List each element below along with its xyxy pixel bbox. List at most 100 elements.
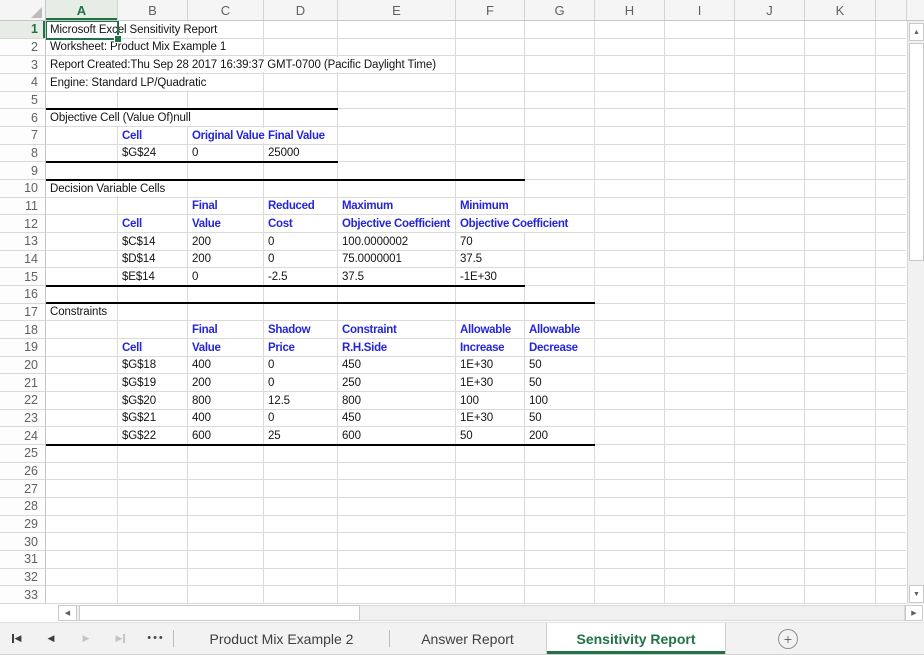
prev-sheet-button[interactable]: ◀: [41, 629, 61, 649]
cell-E13[interactable]: 100.0000002: [342, 234, 411, 250]
cell-B13[interactable]: $C$14: [122, 234, 158, 250]
cell-E12[interactable]: Objective Coefficient: [342, 216, 453, 232]
sheet-grid[interactable]: Microsoft Excel Sensitivity Report Worksh…: [0, 0, 924, 655]
cell-B23[interactable]: $G$21: [122, 410, 159, 426]
cell-C14[interactable]: 200: [192, 251, 213, 267]
row-header-12[interactable]: 12: [0, 215, 45, 234]
row-header-21[interactable]: 21: [0, 374, 45, 393]
cell-D14[interactable]: 0: [268, 251, 277, 267]
first-sheet-button[interactable]: ◀: [6, 629, 26, 649]
cell-C13[interactable]: 200: [192, 234, 213, 250]
cell-C22[interactable]: 800: [192, 393, 213, 409]
cell-B20[interactable]: $G$18: [122, 357, 159, 373]
row-header-13[interactable]: 13: [0, 233, 45, 251]
column-header-G[interactable]: G: [525, 0, 595, 20]
column-header-C[interactable]: C: [188, 0, 264, 20]
cell-F15[interactable]: -1E+30: [460, 269, 499, 285]
cell-B8[interactable]: $G$24: [122, 145, 159, 161]
row-header-28[interactable]: 28: [0, 498, 45, 516]
row-header-1[interactable]: 1: [0, 21, 45, 39]
cell-G18[interactable]: Allowable: [529, 322, 582, 338]
scroll-left-button[interactable]: ◀: [58, 605, 77, 621]
cell-F24[interactable]: 50: [460, 428, 475, 444]
row-header-25[interactable]: 25: [0, 445, 45, 463]
horizontal-scroll-thumb[interactable]: [79, 605, 360, 621]
select-all-corner[interactable]: [0, 0, 46, 20]
cell-F14[interactable]: 37.5: [460, 251, 484, 267]
row-header-17[interactable]: 17: [0, 303, 45, 322]
row-header-10[interactable]: 10: [0, 180, 45, 198]
row-header-19[interactable]: 19: [0, 339, 45, 357]
cell-A4[interactable]: Engine: Standard LP/Quadratic: [50, 75, 209, 91]
cell-A10[interactable]: Decision Variable Cells: [50, 181, 168, 197]
vertical-scrollbar[interactable]: ▲ ▼: [907, 21, 924, 605]
cell-A17[interactable]: Constraints: [50, 304, 110, 320]
row-header-3[interactable]: 3: [0, 56, 45, 74]
row-header-26[interactable]: 26: [0, 462, 45, 481]
cell-F23[interactable]: 1E+30: [460, 410, 496, 426]
column-header-K[interactable]: K: [805, 0, 876, 20]
more-sheets-button[interactable]: •••: [146, 629, 166, 649]
cell-C20[interactable]: 400: [192, 357, 213, 373]
row-header-11[interactable]: 11: [0, 197, 45, 216]
cell-G24[interactable]: 200: [529, 428, 550, 444]
cell-C21[interactable]: 200: [192, 375, 213, 391]
row-header-29[interactable]: 29: [0, 515, 45, 534]
cell-B24[interactable]: $G$22: [122, 428, 159, 444]
cell-D21[interactable]: 0: [268, 375, 277, 391]
cell-G19[interactable]: Decrease: [529, 340, 580, 356]
cell-B12[interactable]: Cell: [122, 216, 144, 232]
scroll-down-button[interactable]: ▼: [909, 585, 924, 604]
cell-E23[interactable]: 450: [342, 410, 363, 426]
column-header-A[interactable]: A: [46, 0, 118, 20]
sheet-tab-product-mix-example-2[interactable]: Product Mix Example 2: [174, 623, 389, 654]
cell-C23[interactable]: 400: [192, 410, 213, 426]
last-sheet-button[interactable]: ▶: [111, 629, 131, 649]
cell-E24[interactable]: 600: [342, 428, 363, 444]
row-header-2[interactable]: 2: [0, 38, 45, 57]
cell-D15[interactable]: -2.5: [268, 269, 290, 285]
row-header-7[interactable]: 7: [0, 127, 45, 145]
cell-E14[interactable]: 75.0000001: [342, 251, 404, 267]
cell-C8[interactable]: 0: [192, 145, 201, 161]
cell-F22[interactable]: 100: [460, 393, 481, 409]
scroll-up-button[interactable]: ▲: [909, 23, 924, 41]
cell-G23[interactable]: 50: [529, 410, 544, 426]
cell-A3[interactable]: Report Created:Thu Sep 28 2017 16:39:37 …: [50, 57, 438, 73]
column-header-I[interactable]: I: [665, 0, 735, 20]
cell-C19[interactable]: Value: [192, 340, 223, 356]
column-header-H[interactable]: H: [595, 0, 665, 20]
cell-D23[interactable]: 0: [268, 410, 277, 426]
cell-D22[interactable]: 12.5: [268, 393, 292, 409]
cell-B22[interactable]: $G$20: [122, 393, 159, 409]
cell-E20[interactable]: 450: [342, 357, 363, 373]
cell-C12[interactable]: Value: [192, 216, 223, 232]
cell-E19[interactable]: R.H.Side: [342, 340, 389, 356]
cell-F21[interactable]: 1E+30: [460, 375, 496, 391]
scroll-right-button[interactable]: ▶: [905, 605, 923, 621]
cell-D7[interactable]: Final Value: [268, 128, 327, 144]
cell-C24[interactable]: 600: [192, 428, 213, 444]
add-sheet-button[interactable]: +: [778, 629, 798, 649]
column-header-D[interactable]: D: [264, 0, 338, 20]
row-header-30[interactable]: 30: [0, 533, 45, 552]
cell-C11[interactable]: Final: [192, 198, 220, 214]
cell-D11[interactable]: Reduced: [268, 198, 317, 214]
row-header-15[interactable]: 15: [0, 268, 45, 287]
fill-handle[interactable]: [114, 34, 122, 43]
cell-E21[interactable]: 250: [342, 375, 363, 391]
vertical-scroll-thumb[interactable]: [909, 43, 924, 261]
row-header-16[interactable]: 16: [0, 286, 45, 304]
cell-D8[interactable]: 25000: [268, 145, 302, 161]
cell-E11[interactable]: Maximum: [342, 198, 395, 214]
cell-D20[interactable]: 0: [268, 357, 277, 373]
cell-F20[interactable]: 1E+30: [460, 357, 496, 373]
cell-F19[interactable]: Increase: [460, 340, 507, 356]
row-header-9[interactable]: 9: [0, 162, 45, 181]
next-sheet-button[interactable]: ▶: [76, 629, 96, 649]
row-header-23[interactable]: 23: [0, 409, 45, 428]
column-header-J[interactable]: J: [735, 0, 805, 20]
row-header-27[interactable]: 27: [0, 480, 45, 499]
cell-G20[interactable]: 50: [529, 357, 544, 373]
row-header-14[interactable]: 14: [0, 250, 45, 269]
